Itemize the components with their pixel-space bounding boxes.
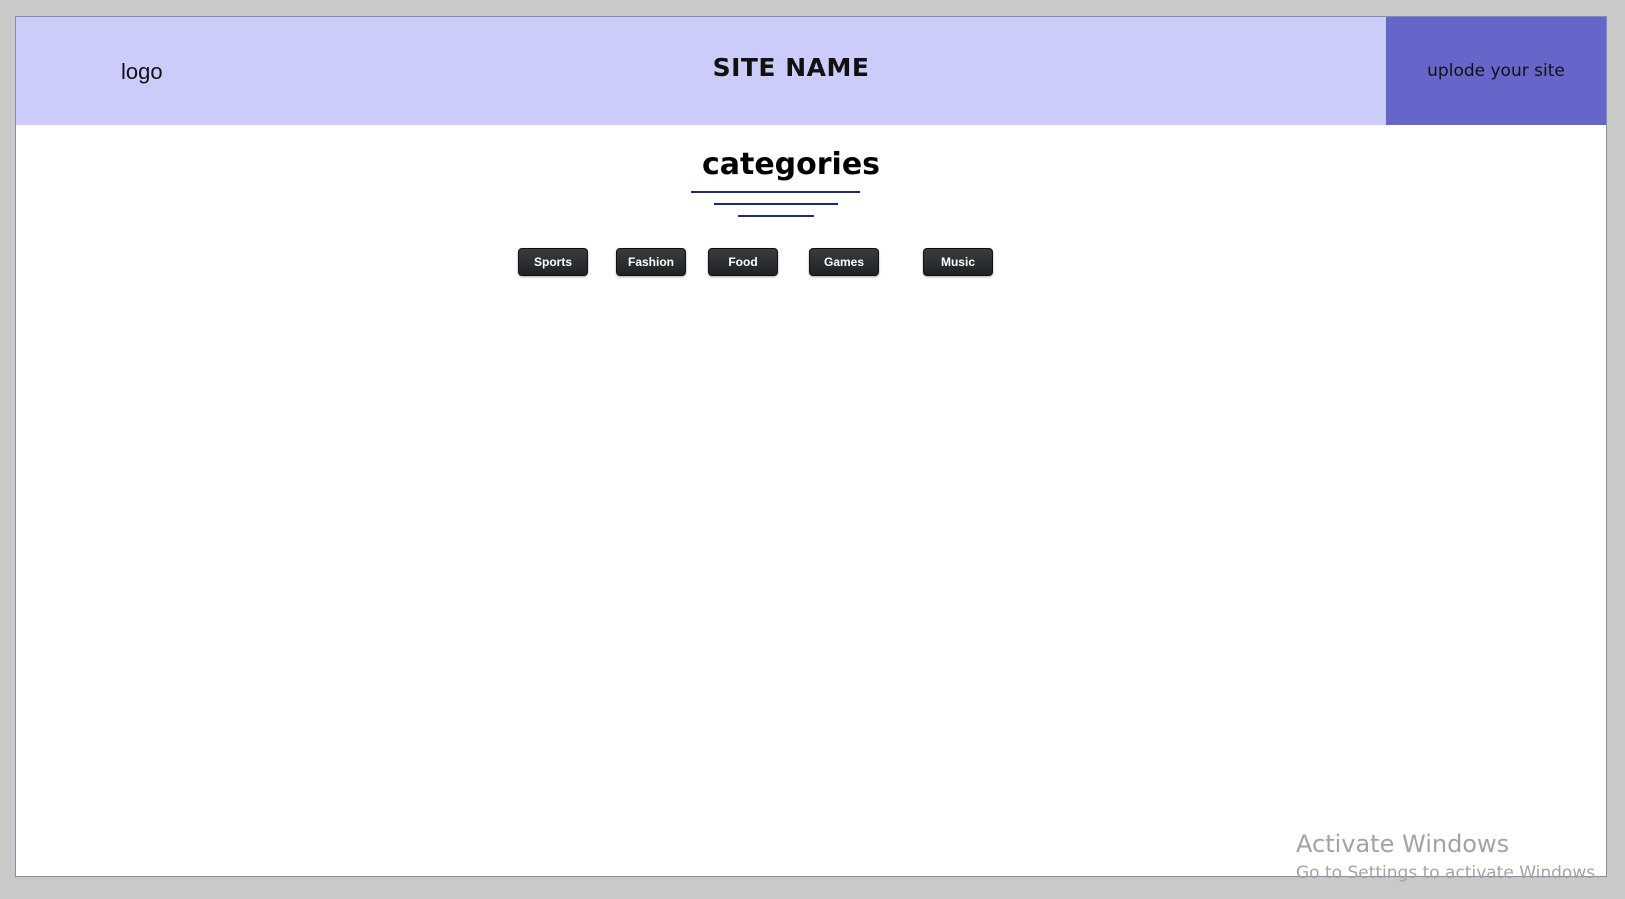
category-button-games[interactable]: Games (809, 248, 879, 276)
upload-site-button[interactable]: uplode your site (1386, 17, 1606, 125)
category-button-food[interactable]: Food (708, 248, 778, 276)
heading-underline-2 (714, 203, 838, 205)
heading-underline-3 (738, 215, 814, 217)
watermark-title: Activate Windows (1296, 830, 1510, 858)
category-button-music[interactable]: Music (923, 248, 993, 276)
activate-windows-watermark: Activate Windows Go to Settings to activ… (1296, 830, 1601, 883)
categories-heading: categories (701, 147, 881, 182)
watermark-subtitle: Go to Settings to activate Windows. (1296, 862, 1601, 883)
category-button-fashion[interactable]: Fashion (616, 248, 686, 276)
site-header: logo SITE NAME uplode your site (16, 17, 1606, 125)
category-button-sports[interactable]: Sports (518, 248, 588, 276)
heading-underline-1 (691, 191, 860, 193)
page-canvas: logo SITE NAME uplode your site categori… (15, 16, 1607, 877)
site-name: SITE NAME (712, 53, 870, 82)
